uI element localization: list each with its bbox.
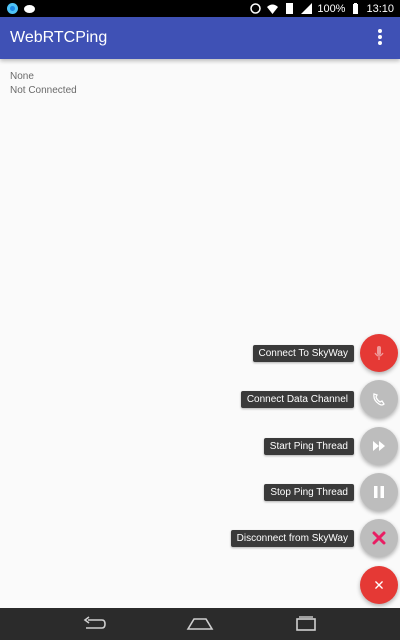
app-title: WebRTCPing (10, 29, 108, 46)
disconnect-skyway-button[interactable] (360, 519, 398, 557)
battery-icon (353, 3, 359, 14)
start-ping-button[interactable] (360, 427, 398, 465)
app-bar: WebRTCPing (0, 17, 400, 59)
fab-item-connect-skyway: Connect To SkyWay (0, 333, 400, 373)
fab-item-connect-data-channel: Connect Data Channel (0, 379, 400, 419)
sim-icon (286, 3, 294, 14)
microphone-icon (374, 346, 384, 360)
fast-forward-icon (373, 441, 385, 451)
status-bar: 100% 13:10 (0, 0, 400, 17)
connect-data-channel-button[interactable] (360, 380, 398, 418)
pause-icon (374, 486, 384, 498)
fab-label-start-ping[interactable]: Start Ping Thread (263, 438, 354, 455)
fab-item-stop-ping: Stop Ping Thread (0, 472, 400, 512)
phone-icon (373, 393, 385, 406)
peer-id-text: None (10, 71, 34, 82)
fab-item-start-ping: Start Ping Thread (0, 426, 400, 466)
connect-skyway-button[interactable] (360, 334, 398, 372)
fab-label-connect-data-channel[interactable]: Connect Data Channel (240, 391, 354, 408)
close-icon (372, 531, 386, 545)
close-icon (375, 581, 383, 589)
connection-info: None Not Connected (10, 70, 77, 98)
main-fab-close-button[interactable] (360, 566, 398, 604)
overflow-menu-icon[interactable] (374, 27, 386, 49)
browser-icon (7, 3, 18, 14)
battery-percent: 100% (317, 2, 346, 15)
fab-label-stop-ping[interactable]: Stop Ping Thread (264, 484, 354, 501)
fab-label-disconnect-skyway[interactable]: Disconnect from SkyWay (230, 530, 354, 547)
notification-icon (24, 5, 35, 13)
back-button[interactable] (80, 614, 108, 634)
back-icon (83, 616, 106, 629)
stop-ping-button[interactable] (360, 473, 398, 511)
connection-status-text: Not Connected (10, 85, 77, 96)
home-icon (186, 618, 214, 630)
fab-label-connect-skyway[interactable]: Connect To SkyWay (252, 345, 354, 362)
sync-icon (250, 3, 262, 14)
recents-button[interactable] (292, 614, 320, 634)
home-button[interactable] (186, 614, 214, 634)
system-nav-bar (0, 608, 400, 640)
signal-icon (301, 3, 313, 14)
recents-icon (296, 616, 316, 631)
fab-item-disconnect-skyway: Disconnect from SkyWay (0, 518, 400, 558)
wifi-icon (267, 4, 279, 14)
clock: 13:10 (366, 2, 394, 15)
